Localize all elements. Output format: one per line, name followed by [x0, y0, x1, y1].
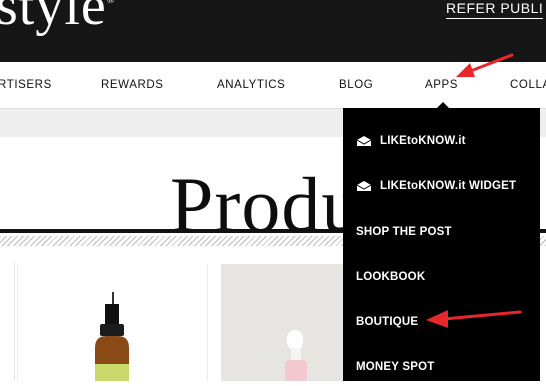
menu-item-label: BOUTIQUE [356, 316, 419, 328]
menu-item-shop-the-post[interactable]: SHOP THE POST [356, 226, 452, 238]
envelope-icon [356, 136, 372, 146]
dropper-bottle-image [285, 330, 307, 381]
menu-item-lookbook[interactable]: LOOKBOOK [356, 271, 425, 283]
product-card[interactable] [221, 264, 344, 381]
menu-item-label: MONEY SPOT [356, 361, 435, 373]
menu-item-label: SHOP THE POST [356, 226, 452, 238]
nav-analytics[interactable]: ANALYTICS [217, 79, 285, 91]
menu-item-label: LIKEtoKNOW.it WIDGET [380, 180, 517, 192]
apps-dropdown-menu: LIKEtoKNOW.it LIKEtoKNOW.it WIDGET SHOP … [343, 108, 540, 381]
menu-item-liketoknowit[interactable]: LIKEtoKNOW.it [356, 135, 466, 147]
envelope-icon [356, 181, 372, 191]
logo-text: style [0, 0, 107, 37]
annotation-arrow-apps [456, 53, 514, 77]
menu-item-money-spot[interactable]: MONEY SPOT [356, 361, 434, 373]
product-card-partial[interactable] [0, 262, 15, 381]
nav-blog[interactable]: BLOG [339, 79, 373, 91]
menu-item-label: LOOKBOOK [356, 271, 426, 283]
nav-advertisers[interactable]: RTISERS [0, 79, 52, 91]
registered-mark: ® [106, 0, 116, 6]
menu-item-label: LIKEtoKNOW.it [380, 135, 466, 147]
menu-item-boutique[interactable]: BOUTIQUE [356, 316, 418, 328]
serum-bottle-image [95, 292, 129, 381]
brand-logo[interactable]: style® [0, 0, 115, 34]
menu-item-liketoknowit-widget[interactable]: LIKEtoKNOW.it WIDGET [356, 180, 516, 192]
product-card[interactable] [17, 264, 208, 381]
nav-rewards[interactable]: REWARDS [101, 79, 164, 91]
refer-publisher-link[interactable]: REFER PUBLI [446, 0, 544, 19]
annotation-arrow-boutique [426, 310, 522, 328]
